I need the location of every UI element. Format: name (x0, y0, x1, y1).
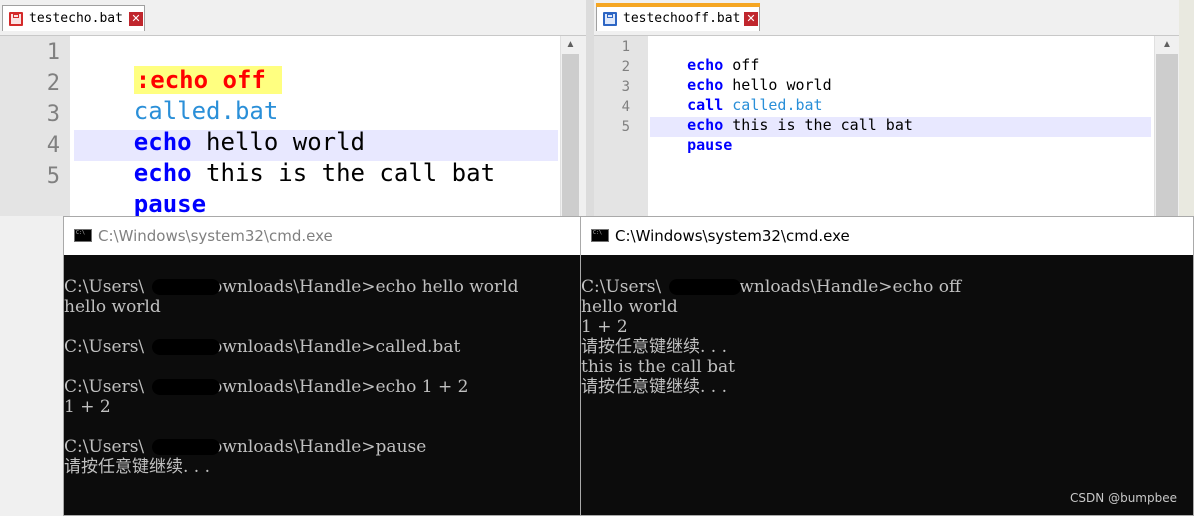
console-line: C:\Users\ \Downloads\Handle>echo 1 + 2 (64, 377, 469, 397)
line-number: 5 (46, 164, 60, 189)
scrollbar-thumb[interactable] (1156, 54, 1178, 216)
line-number-gutter: 1 2 3 4 5 (594, 36, 648, 216)
line-number: 1 (621, 39, 630, 55)
right-tab-bar: testechooff.bat ✕ (594, 0, 1194, 36)
console-line: 请按任意键继续. . . (64, 457, 211, 477)
redaction-mark (152, 279, 220, 295)
right-edge-strip (1179, 0, 1194, 216)
scrollbar-thumb[interactable] (562, 54, 579, 216)
vertical-scrollbar[interactable]: ▲ (1154, 36, 1179, 216)
tab-title: testecho.bat (29, 11, 123, 26)
close-icon[interactable]: ✕ (129, 12, 143, 26)
console-output[interactable]: C:\Users\ \Downloads\Handle>echo off hel… (581, 255, 1193, 515)
right-editor[interactable]: 1 2 3 4 5 echo off echo hello world call… (594, 36, 1179, 216)
console-line: 请按任意键继续. . . (581, 337, 728, 357)
vertical-scrollbar[interactable]: ▲ (560, 36, 580, 216)
left-cmd-window[interactable]: C:\Windows\system32\cmd.exe C:\Users\ \D… (63, 216, 583, 516)
redaction-mark (152, 439, 220, 455)
close-icon[interactable]: ✕ (744, 12, 758, 26)
line-number-gutter: 1 2 3 4 5 (0, 36, 70, 216)
console-icon (591, 229, 609, 242)
redaction-mark (152, 339, 220, 355)
console-line: C:\Users\ \Downloads\Handle>called.bat (64, 337, 461, 357)
line-number: 4 (621, 99, 630, 115)
console-line: 1 + 2 (581, 317, 628, 337)
scroll-up-arrow-icon[interactable]: ▲ (561, 36, 580, 54)
console-line: C:\Users\ \Downloads\Handle>pause (64, 437, 427, 457)
line-number: 1 (46, 40, 60, 65)
console-line: hello world (64, 297, 161, 317)
code-line-5: pause (76, 162, 206, 216)
text-token: this is the call bat (723, 116, 913, 134)
console-output[interactable]: C:\Users\ \Downloads\Handle>echo hello w… (64, 255, 582, 515)
left-tab-bar: testecho.bat ✕ (0, 0, 586, 36)
line-number: 3 (621, 79, 630, 95)
redaction-mark (669, 279, 741, 295)
cmd-title-bar[interactable]: C:\Windows\system32\cmd.exe (581, 217, 1193, 255)
console-line: C:\Users\ \Downloads\Handle>echo hello w… (64, 277, 519, 297)
pane-divider[interactable] (586, 0, 594, 216)
window-title: C:\Windows\system32\cmd.exe (615, 227, 850, 245)
tab-testecho[interactable]: testecho.bat ✕ (2, 5, 145, 31)
tab-testechooff[interactable]: testechooff.bat ✕ (596, 3, 760, 31)
line-number: 3 (46, 102, 60, 127)
right-cmd-window[interactable]: C:\Windows\system32\cmd.exe C:\Users\ \D… (580, 216, 1194, 516)
scroll-up-arrow-icon[interactable]: ▲ (1155, 36, 1179, 54)
window-title: C:\Windows\system32\cmd.exe (98, 227, 333, 245)
tab-title: testechooff.bat (623, 11, 741, 26)
watermark: CSDN @bumpbee (1070, 491, 1177, 505)
text-token: this is the call bat (191, 159, 496, 187)
console-line: 请按任意键继续. . . (581, 377, 728, 397)
left-editor[interactable]: 1 2 3 4 5 :echo off called.bat echo hell… (0, 36, 580, 216)
saved-file-icon (603, 12, 617, 26)
line-number: 2 (46, 71, 60, 96)
line-number: 5 (621, 119, 630, 135)
console-line: hello world (581, 297, 678, 317)
redaction-mark (152, 379, 220, 395)
console-line: 1 + 2 (64, 397, 111, 417)
line-number: 4 (46, 133, 60, 158)
cmd-title-bar[interactable]: C:\Windows\system32\cmd.exe (64, 217, 582, 255)
console-line: this is the call bat (581, 357, 735, 377)
active-tab-indicator (596, 3, 760, 7)
code-line-5: pause (651, 118, 732, 172)
unsaved-file-icon (9, 12, 23, 26)
line-number: 2 (621, 59, 630, 75)
keyword-token: pause (133, 190, 207, 216)
keyword-token: pause (687, 136, 733, 154)
console-line: C:\Users\ \Downloads\Handle>echo off (581, 277, 962, 297)
console-icon (74, 229, 92, 242)
